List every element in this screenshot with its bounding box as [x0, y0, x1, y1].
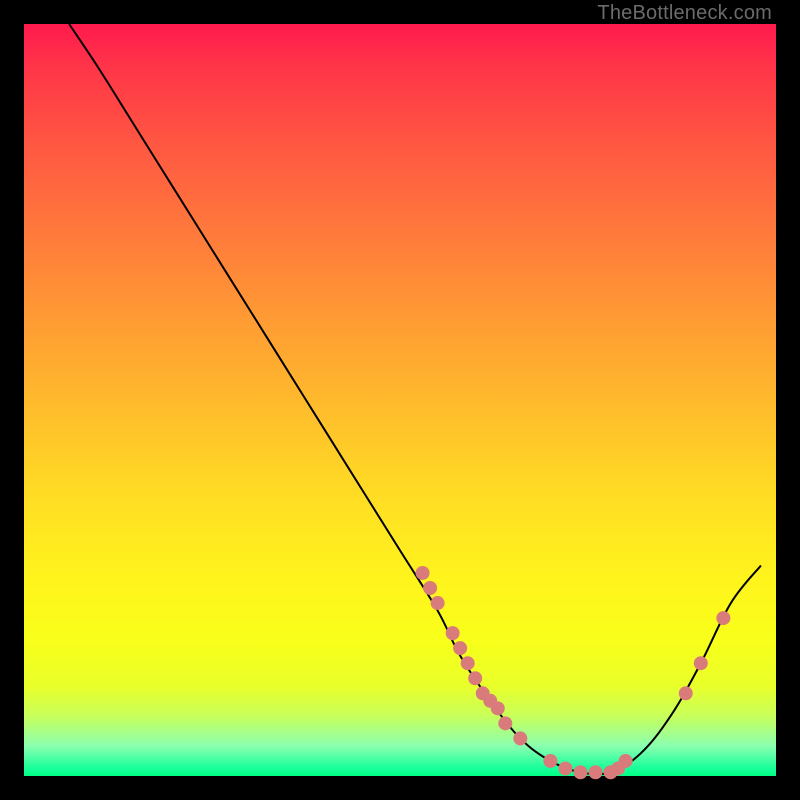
curve-marker: [694, 656, 708, 670]
curve-marker: [619, 754, 633, 768]
curve-marker: [461, 656, 475, 670]
curve-marker: [453, 641, 467, 655]
chart-svg: [24, 24, 776, 776]
curve-marker: [589, 765, 603, 779]
curve-marker: [468, 671, 482, 685]
curve-marker: [491, 701, 505, 715]
watermark-text: TheBottleneck.com: [597, 2, 772, 25]
curve-marker: [416, 566, 430, 580]
curve-marker: [558, 761, 572, 775]
curve-marker: [446, 626, 460, 640]
curve-marker: [573, 765, 587, 779]
curve-marker: [679, 686, 693, 700]
curve-marker: [423, 581, 437, 595]
curve-marker: [543, 754, 557, 768]
curve-marker: [513, 731, 527, 745]
curve-marker: [716, 611, 730, 625]
bottleneck-curve: [69, 24, 761, 774]
curve-markers: [416, 566, 731, 779]
curve-marker: [498, 716, 512, 730]
chart-frame: [24, 24, 776, 776]
curve-marker: [431, 596, 445, 610]
